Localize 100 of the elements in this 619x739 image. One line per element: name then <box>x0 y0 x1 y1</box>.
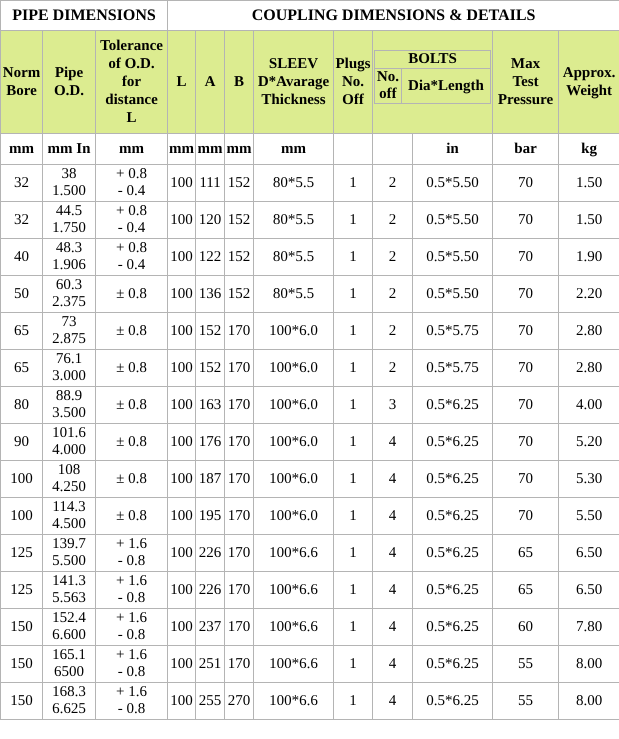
table-cell: 1 <box>334 498 373 534</box>
table-cell: 55 <box>492 646 559 682</box>
table-cell: 65 <box>0 350 42 386</box>
table-cell: 0.5*6.25 <box>412 608 493 646</box>
table-cell: ± 0.8 <box>96 386 168 424</box>
table-cell: 76.1 3.000 <box>42 350 96 386</box>
table-cell: 70 <box>492 238 559 276</box>
table-cell: 70 <box>492 424 559 460</box>
table-cell: 100 <box>168 386 196 424</box>
column-header: Tolerance of O.D. for distance L <box>96 30 168 134</box>
table-cell: 100 <box>168 460 196 498</box>
table-cell: 1 <box>334 164 373 202</box>
table-cell: 100 <box>168 646 196 682</box>
table-cell: 1 <box>334 350 373 386</box>
table-cell: 32 <box>0 164 42 202</box>
table-cell: 0.5*5.50 <box>412 238 493 276</box>
table-cell: 100*6.0 <box>254 498 334 534</box>
table-cell: 1 <box>334 608 373 646</box>
table-cell: 70 <box>492 498 559 534</box>
column-header: Pipe O.D. <box>42 30 96 134</box>
table-cell: 226 <box>196 572 225 608</box>
table-cell: 2 <box>372 350 413 386</box>
table-cell: 1 <box>334 238 373 276</box>
table-cell: 100 <box>168 238 196 276</box>
column-header: Dia*Length <box>401 68 491 104</box>
table-cell: 88.9 3.500 <box>42 386 96 424</box>
table-cell: 136 <box>196 276 225 312</box>
table-cell: 0.5*6.25 <box>412 424 493 460</box>
table-cell: 44.5 1.750 <box>42 202 96 238</box>
table-cell: 1 <box>334 386 373 424</box>
column-header: Norm Bore <box>0 30 42 134</box>
column-header: B <box>224 30 254 134</box>
table-cell: 1 <box>334 682 373 720</box>
table-cell: 0.5*6.25 <box>412 572 493 608</box>
table-cell: 100 <box>168 350 196 386</box>
table-cell: 4 <box>372 682 413 720</box>
table-cell: 1 <box>334 202 373 238</box>
table-cell: 100*6.0 <box>254 350 334 386</box>
table-cell: 195 <box>196 498 225 534</box>
table-cell: 38 1.500 <box>42 164 96 202</box>
table-cell: ± 0.8 <box>96 424 168 460</box>
table-cell: 120 <box>196 202 225 238</box>
table-cell: 4 <box>372 534 413 572</box>
table-cell: 65 <box>492 534 559 572</box>
table-cell: 80*5.5 <box>254 276 334 312</box>
column-header: No. off <box>374 68 402 104</box>
table-cell: 100 <box>168 534 196 572</box>
table-cell: 0.5*5.50 <box>412 276 493 312</box>
section-heading: PIPE DIMENSIONS <box>0 0 168 30</box>
table-cell: 100*6.0 <box>254 460 334 498</box>
table-cell: 176 <box>196 424 225 460</box>
table-cell: 4 <box>372 572 413 608</box>
table-cell: 73 2.875 <box>42 312 96 350</box>
table-cell: 70 <box>492 312 559 350</box>
table-cell: 100 <box>168 202 196 238</box>
table-cell: 100 <box>0 498 42 534</box>
table-cell: 100 <box>0 460 42 498</box>
table-cell: 0.5*6.25 <box>412 646 493 682</box>
table-cell: 152 <box>196 312 225 350</box>
column-header: L <box>168 30 196 134</box>
table-cell: 170 <box>224 460 254 498</box>
table-cell: 0.5*6.25 <box>412 498 493 534</box>
table-cell: 168.3 6.625 <box>42 682 96 720</box>
unit-cell: mm <box>168 134 196 164</box>
column-header: SLEEV D*Avarage Thickness <box>254 30 334 134</box>
section-heading: COUPLING DIMENSIONS & DETAILS <box>168 0 619 30</box>
table-cell: ± 0.8 <box>96 350 168 386</box>
table-cell: 100 <box>168 164 196 202</box>
table-cell: + 1.6 - 0.8 <box>96 572 168 608</box>
table-cell: 1 <box>334 460 373 498</box>
table-cell: 1 <box>334 646 373 682</box>
table-cell: 90 <box>0 424 42 460</box>
table-cell: 48.3 1.906 <box>42 238 96 276</box>
table-cell: 2 <box>372 276 413 312</box>
table-cell: + 1.6 - 0.8 <box>96 534 168 572</box>
table-cell: 100*6.6 <box>254 572 334 608</box>
table-cell: 40 <box>0 238 42 276</box>
table-cell: 0.5*6.25 <box>412 460 493 498</box>
table-cell: 152 <box>224 276 254 312</box>
table-cell: ± 0.8 <box>96 498 168 534</box>
table-cell: 108 4.250 <box>42 460 96 498</box>
table-cell: 270 <box>224 682 254 720</box>
table-cell: + 0.8 - 0.4 <box>96 164 168 202</box>
table-cell: + 0.8 - 0.4 <box>96 202 168 238</box>
table-cell: 141.3 5.563 <box>42 572 96 608</box>
table-cell: 170 <box>224 534 254 572</box>
unit-cell: mm In <box>42 134 96 164</box>
table-cell: 163 <box>196 386 225 424</box>
table-cell: 80*5.5 <box>254 164 334 202</box>
table-cell: 4 <box>372 424 413 460</box>
table-cell: 125 <box>0 534 42 572</box>
table-cell: 50 <box>0 276 42 312</box>
table-cell: 150 <box>0 682 42 720</box>
unit-cell: mm <box>254 134 334 164</box>
table-cell: 237 <box>196 608 225 646</box>
unit-cell: mm <box>196 134 225 164</box>
column-header: A <box>196 30 225 134</box>
table-cell: 150 <box>0 608 42 646</box>
table-cell: 152 <box>224 164 254 202</box>
column-header: Plugs No. Off <box>334 30 373 134</box>
